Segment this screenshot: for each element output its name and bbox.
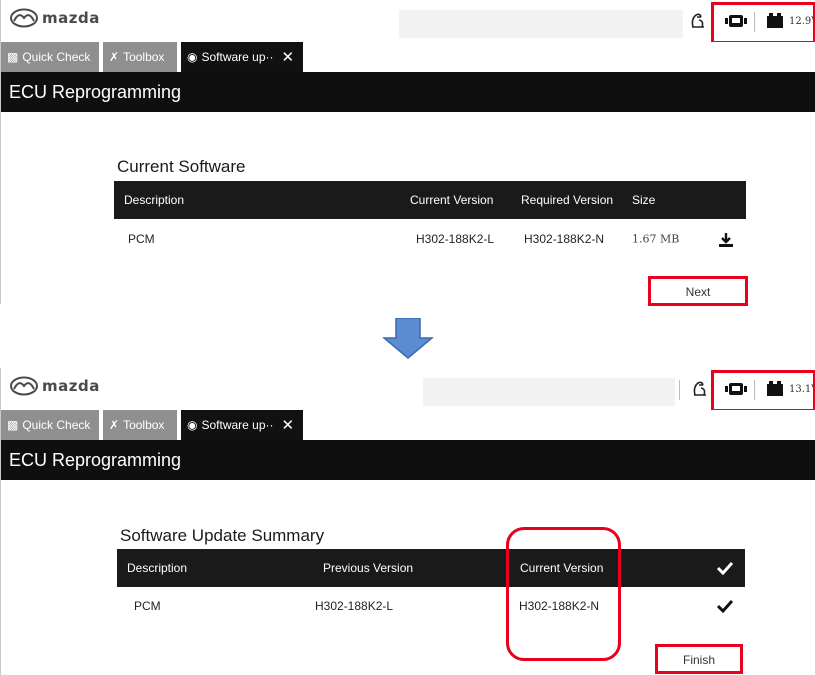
table-header: Description Current Version Required Ver…	[114, 181, 746, 219]
page-title: ECU Reprogramming	[1, 72, 815, 112]
column-header: Size	[632, 193, 656, 207]
tools-icon: ✗	[109, 50, 120, 64]
car-check-icon: ▩	[7, 50, 19, 64]
checkmark-icon	[717, 599, 733, 613]
search-box[interactable]	[423, 378, 675, 406]
tab-toolbox[interactable]: ✗ Toolbox	[103, 42, 177, 72]
tab-bar: ▩ Quick Check ✗ Toolbox ◉ Software up·· …	[1, 42, 815, 72]
tab-label: Software up··	[201, 50, 274, 64]
search-box[interactable]	[399, 10, 683, 38]
mazda-emblem-icon	[10, 376, 38, 396]
column-header: Required Version	[521, 193, 614, 207]
mazda-logo: mazda	[9, 376, 100, 396]
mazda-logo: mazda	[9, 8, 100, 28]
tab-label: Quick Check	[22, 418, 91, 432]
column-header: Previous Version	[323, 561, 414, 575]
top-bar: mazda 13.1V	[1, 368, 815, 412]
tab-software-update[interactable]: ◉ Software up·· ✕	[181, 42, 303, 72]
tab-label: Toolbox	[123, 418, 165, 432]
section-title: Software Update Summary	[120, 526, 325, 545]
ecu-icon: ◉	[187, 50, 198, 64]
tab-bar: ▩ Quick Check ✗ Toolbox ◉ Software up·· …	[1, 410, 815, 440]
highlight-next-button	[648, 276, 748, 306]
close-icon[interactable]: ✕	[282, 416, 295, 434]
connection-icon[interactable]	[688, 11, 708, 31]
page-title: ECU Reprogramming	[1, 440, 815, 480]
column-header: Description	[127, 561, 188, 575]
top-bar: mazda 12.9V	[1, 0, 815, 44]
close-icon[interactable]: ✕	[282, 48, 295, 66]
highlight-finish-button	[655, 644, 743, 674]
brand-name: mazda	[42, 9, 100, 27]
tab-label: Quick Check	[22, 50, 91, 64]
column-header: Current Version	[410, 193, 494, 207]
divider	[679, 380, 680, 400]
table-header: Description Previous Version Current Ver…	[117, 549, 745, 587]
row-required-version: H302-188K2-N	[524, 232, 605, 246]
down-arrow-icon	[382, 318, 434, 359]
section-title: Current Software	[117, 157, 246, 176]
tab-quick-check[interactable]: ▩ Quick Check	[1, 410, 99, 440]
row-description: PCM	[128, 232, 155, 246]
screen-after: mazda 13.1V ▩ Quick Check ✗ Toolbox ◉ So…	[0, 368, 815, 675]
download-icon[interactable]	[718, 232, 734, 248]
mazda-emblem-icon	[10, 8, 38, 28]
car-check-icon: ▩	[7, 418, 19, 432]
row-previous-version: H302-188K2-L	[315, 599, 394, 613]
row-size: 1.67 MB	[632, 232, 680, 246]
brand-name: mazda	[42, 377, 100, 395]
row-current-version: H302-188K2-L	[416, 232, 495, 246]
checkmark-icon	[717, 561, 733, 575]
table-row: PCM H302-188K2-L H302-188K2-N 1.67 MB	[114, 220, 746, 258]
row-description: PCM	[134, 599, 161, 613]
ecu-icon: ◉	[187, 418, 198, 432]
tab-software-update[interactable]: ◉ Software up·· ✕	[181, 410, 303, 440]
tab-toolbox[interactable]: ✗ Toolbox	[103, 410, 177, 440]
table-row: PCM H302-188K2-L H302-188K2-N	[117, 587, 745, 625]
highlight-status-box	[711, 2, 815, 44]
column-header: Description	[124, 193, 185, 207]
tab-label: Toolbox	[123, 50, 165, 64]
tab-label: Software up··	[201, 418, 274, 432]
connection-icon[interactable]	[690, 379, 710, 399]
tab-quick-check[interactable]: ▩ Quick Check	[1, 42, 99, 72]
tools-icon: ✗	[109, 418, 120, 432]
highlight-status-box	[711, 370, 815, 412]
highlight-current-version-column	[506, 527, 621, 661]
screen-before: mazda 12.9V ▩ Quick Check ✗ Toolbox ◉ So…	[0, 0, 815, 306]
